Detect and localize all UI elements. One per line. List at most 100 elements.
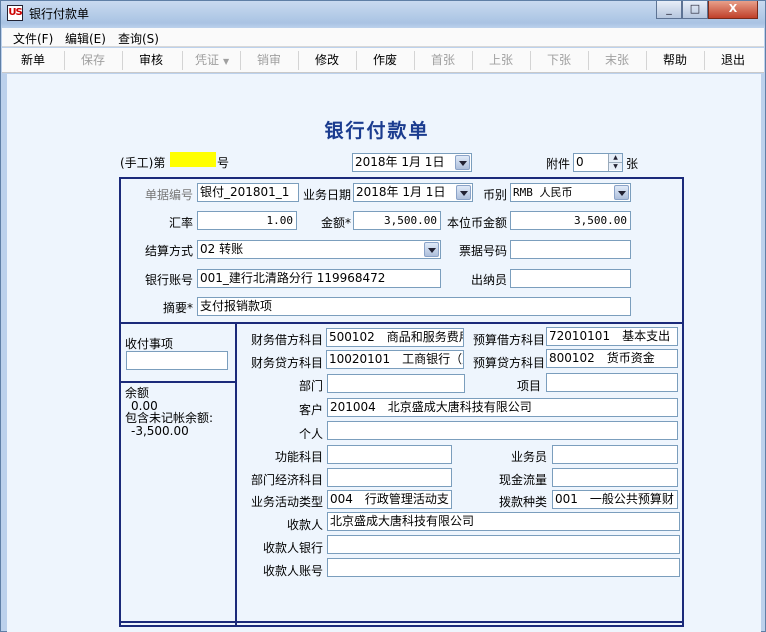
- biz-activity-field[interactable]: 004 行政管理活动支: [327, 490, 452, 509]
- fin-credit-field[interactable]: 10020101 工商银行（双: [326, 350, 464, 369]
- voucher-button[interactable]: 凭证 ▼: [187, 48, 233, 73]
- toolbar: 新单 保存 审核 凭证 ▼ 销审 修改 作废 首张 上张 下张 末张 帮助 退出: [2, 48, 764, 73]
- biz-activity-label: 业务活动类型: [250, 495, 323, 509]
- attach-value: 0: [576, 155, 584, 169]
- settle-select[interactable]: 02 转账: [197, 240, 441, 259]
- payee-field[interactable]: 北京盛成大唐科技有限公司: [327, 512, 680, 531]
- cancel-audit-button[interactable]: 销审: [242, 48, 296, 73]
- title-bar[interactable]: US 银行付款单 _ □ X: [1, 1, 765, 25]
- window-title: 银行付款单: [29, 7, 90, 21]
- doc-no-label: 单据编号: [144, 188, 193, 202]
- close-button[interactable]: X: [708, 1, 758, 19]
- attach-label: 附件: [546, 157, 571, 171]
- column-divider: [235, 322, 237, 627]
- manual-no-input[interactable]: [170, 152, 216, 167]
- fin-credit-label: 财务贷方科目: [250, 356, 323, 370]
- app-logo-icon: US: [7, 5, 23, 21]
- currency-value: RMB 人民币: [513, 186, 573, 199]
- salesman-field[interactable]: [552, 445, 678, 464]
- chevron-down-icon[interactable]: [424, 242, 439, 257]
- app-window: US 银行付款单 _ □ X 文件(F) 编辑(E) 查询(S) 新单 保存 审…: [0, 0, 766, 632]
- spin-arrows-icon[interactable]: ▲ ▼: [608, 154, 622, 171]
- budget-debit-field[interactable]: 72010101 基本支出: [546, 327, 678, 346]
- form-title: 银行付款单: [324, 120, 430, 142]
- local-amount-label: 本位币金额: [446, 216, 507, 230]
- new-button[interactable]: 新单: [6, 48, 60, 73]
- modify-button[interactable]: 修改: [300, 48, 354, 73]
- customer-field[interactable]: 201004 北京盛成大唐科技有限公司: [327, 398, 678, 417]
- project-label: 项目: [516, 379, 541, 393]
- voucher-label: 凭证: [195, 53, 220, 67]
- payee-acct-label: 收款人账号: [262, 564, 323, 578]
- chevron-down-icon[interactable]: [456, 185, 471, 200]
- exit-button[interactable]: 退出: [706, 48, 760, 73]
- allot-type-field[interactable]: 001 一般公共预算财: [552, 490, 678, 509]
- customer-label: 客户: [298, 403, 323, 417]
- menu-edit[interactable]: 编辑(E): [65, 30, 106, 47]
- left-divider: [119, 381, 237, 383]
- settle-label: 结算方式: [144, 244, 193, 258]
- doc-no-field[interactable]: 银付_201801_1: [197, 183, 299, 202]
- bill-no-label: 票据号码: [458, 244, 507, 258]
- cash-flow-field[interactable]: [552, 468, 678, 487]
- amount-field[interactable]: 3,500.00: [353, 211, 441, 230]
- void-button[interactable]: 作废: [358, 48, 412, 73]
- payee-bank-field[interactable]: [327, 535, 680, 554]
- budget-debit-label: 预算借方科目: [472, 333, 545, 347]
- cash-flow-label: 现金流量: [498, 473, 547, 487]
- bank-acct-field[interactable]: 001_建行北清路分行 119968472: [197, 269, 441, 288]
- currency-label: 币别: [482, 188, 507, 202]
- chevron-down-icon: ▼: [223, 57, 230, 66]
- balance-label: 余额: [125, 386, 150, 400]
- menu-query[interactable]: 查询(S): [118, 30, 159, 47]
- audit-button[interactable]: 审核: [124, 48, 178, 73]
- amount-label: 金额*: [320, 216, 351, 230]
- attach-stepper[interactable]: 0 ▲ ▼: [573, 153, 623, 172]
- settle-value: 02 转账: [200, 242, 244, 256]
- payee-bank-label: 收款人银行: [262, 541, 323, 555]
- payment-item-field[interactable]: [126, 351, 228, 370]
- allot-type-label: 拨款种类: [498, 495, 547, 509]
- chevron-down-icon[interactable]: [614, 185, 629, 200]
- biz-date-label: 业务日期: [302, 188, 351, 202]
- person-field[interactable]: [327, 421, 678, 440]
- top-date-value: 2018年 1月 1日: [355, 155, 445, 169]
- fin-debit-label: 财务借方科目: [250, 333, 323, 347]
- top-date-picker[interactable]: 2018年 1月 1日: [352, 153, 472, 172]
- salesman-label: 业务员: [510, 450, 547, 464]
- dept-field[interactable]: [327, 374, 465, 393]
- cashier-field[interactable]: [510, 269, 631, 288]
- minimize-button[interactable]: _: [656, 1, 682, 19]
- last-button[interactable]: 末张: [590, 48, 644, 73]
- project-field[interactable]: [546, 373, 678, 392]
- currency-select[interactable]: RMB 人民币: [510, 183, 631, 202]
- payee-acct-field[interactable]: [327, 558, 680, 577]
- dept-econ-field[interactable]: [327, 468, 452, 487]
- rate-label: 汇率: [168, 216, 193, 230]
- bill-no-field[interactable]: [510, 240, 631, 259]
- maximize-button[interactable]: □: [682, 1, 708, 19]
- section-divider: [119, 322, 684, 324]
- summary-label: 摘要*: [162, 301, 193, 315]
- biz-date-picker[interactable]: 2018年 1月 1日: [353, 183, 473, 202]
- fin-debit-field[interactable]: 500102 商品和服务费用: [326, 328, 464, 347]
- attach-unit: 张: [626, 157, 639, 171]
- dept-econ-label: 部门经济科目: [250, 473, 323, 487]
- local-amount-field[interactable]: 3,500.00: [510, 211, 631, 230]
- func-subject-field[interactable]: [327, 445, 452, 464]
- first-button[interactable]: 首张: [416, 48, 470, 73]
- prev-button[interactable]: 上张: [474, 48, 528, 73]
- summary-field[interactable]: 支付报销款项: [197, 297, 631, 316]
- func-subject-label: 功能科目: [274, 450, 323, 464]
- menu-file[interactable]: 文件(F): [13, 30, 53, 47]
- chevron-down-icon[interactable]: [455, 155, 470, 170]
- payee-label: 收款人: [286, 518, 323, 532]
- next-button[interactable]: 下张: [532, 48, 586, 73]
- menu-bar: 文件(F) 编辑(E) 查询(S): [2, 28, 764, 47]
- budget-credit-field[interactable]: 800102 货币资金: [546, 349, 678, 368]
- save-button[interactable]: 保存: [66, 48, 120, 73]
- help-button[interactable]: 帮助: [648, 48, 702, 73]
- rate-field[interactable]: 1.00: [197, 211, 297, 230]
- bank-acct-label: 银行账号: [144, 273, 193, 287]
- form-area: 银行付款单 (手工)第 号 2018年 1月 1日 附件 0 ▲ ▼ 张 单据编号…: [7, 74, 761, 632]
